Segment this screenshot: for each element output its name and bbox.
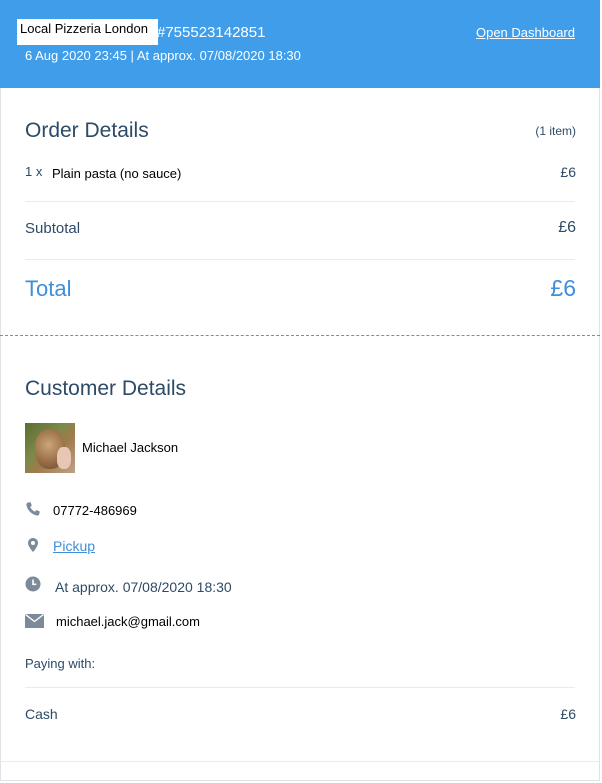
divider (0, 761, 600, 762)
envelope-icon (25, 614, 44, 628)
location-pin-icon (28, 538, 38, 552)
section-separator (0, 335, 600, 336)
pickup-link[interactable]: Pickup (53, 538, 95, 554)
customer-phone: 07772-486969 (53, 503, 137, 518)
item-quantity: 1 x (25, 164, 43, 179)
order-number: #755523142851 (157, 24, 266, 41)
payment-method: Cash (25, 706, 58, 722)
divider (25, 687, 575, 688)
customer-email: michael.jack@gmail.com (56, 614, 200, 629)
order-datetime: 6 Aug 2020 23:45 | At approx. 07/08/2020… (25, 48, 301, 63)
subtotal-value: £6 (558, 219, 576, 236)
divider (25, 259, 575, 260)
paying-with-label: Paying with: (25, 656, 96, 671)
total-label: Total (25, 276, 72, 301)
pickup-time: At approx. 07/08/2020 18:30 (55, 579, 232, 595)
clock-icon (25, 576, 41, 592)
order-details-title: Order Details (25, 119, 149, 142)
payment-amount: £6 (560, 706, 576, 722)
customer-name: Michael Jackson (82, 440, 179, 455)
order-header: Local Pizzeria London #755523142851 Open… (0, 0, 600, 88)
total-value: £6 (550, 275, 576, 301)
item-name: Plain pasta (no sauce) (52, 166, 182, 181)
open-dashboard-link[interactable]: Open Dashboard (476, 25, 575, 40)
avatar (25, 423, 75, 473)
customer-details-title: Customer Details (25, 377, 187, 400)
phone-icon (26, 502, 40, 516)
divider (25, 201, 575, 202)
item-count: (1 item) (535, 124, 576, 138)
subtotal-label: Subtotal (25, 220, 81, 237)
shop-name: Local Pizzeria London (17, 19, 158, 45)
item-price: £6 (560, 164, 576, 180)
